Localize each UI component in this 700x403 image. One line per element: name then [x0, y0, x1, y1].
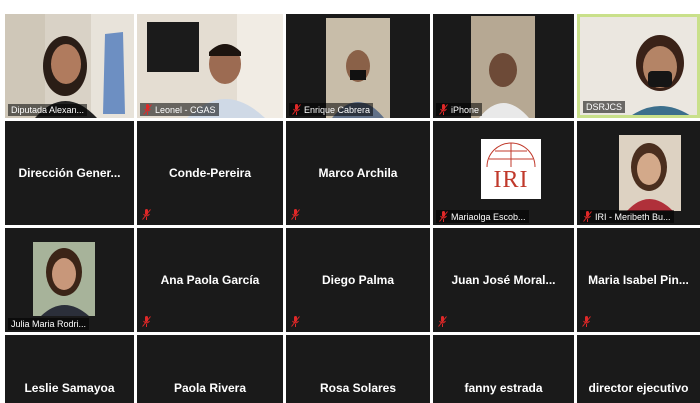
participant-tile[interactable]: Dirección Gener...	[5, 121, 134, 225]
participant-name-label: IRI - Meribeth Bu...	[580, 210, 674, 223]
participant-name: IRI - Meribeth Bu...	[595, 211, 671, 222]
participant-tile[interactable]: Leslie Samayoa	[5, 335, 134, 403]
microphone-muted-icon	[582, 316, 591, 327]
participant-name-label: Julia Maria Rodri...	[8, 318, 90, 330]
participant-name: DSRJCS	[586, 102, 623, 112]
participant-name-label: iPhone	[436, 103, 483, 116]
participant-name: Leslie Samayoa	[24, 381, 115, 395]
participant-tile[interactable]: Diputada Alexan...	[5, 14, 134, 118]
participant-name: Diputada Alexan...	[11, 105, 85, 115]
participant-name: Juan José Moral...	[451, 273, 556, 287]
participant-name: fanny estrada	[464, 381, 543, 395]
participant-name: Mariaolga Escob...	[451, 211, 526, 222]
participant-tile[interactable]: iPhone	[433, 14, 574, 118]
participant-tile[interactable]: Enrique Cabrera	[286, 14, 430, 118]
participant-name: Enrique Cabrera	[304, 104, 371, 115]
participant-name: Conde-Pereira	[168, 166, 252, 180]
gallery-view: Diputada Alexan... Leonel - CGAS Enrique…	[0, 0, 700, 403]
participant-tile[interactable]: Ana Paola García	[137, 228, 283, 332]
participant-name: Ana Paola García	[160, 273, 260, 287]
participant-name: Marco Archila	[318, 166, 398, 180]
participant-video	[5, 228, 134, 332]
participant-tile[interactable]: IRI - Meribeth Bu...	[577, 121, 700, 225]
iri-logo: IRI	[481, 139, 541, 199]
participant-name: Paola Rivera	[173, 381, 247, 395]
microphone-muted-icon	[143, 104, 152, 115]
participant-tile-active-speaker[interactable]: DSRJCS	[577, 14, 700, 118]
microphone-muted-icon	[583, 211, 592, 222]
globe-graphic	[486, 142, 536, 192]
participant-name-label: Diputada Alexan...	[8, 104, 88, 116]
participant-tile[interactable]: Leonel - CGAS	[137, 14, 283, 118]
microphone-muted-icon	[142, 209, 151, 220]
microphone-muted-icon	[292, 104, 301, 115]
participant-name-label: Leonel - CGAS	[140, 103, 219, 116]
participant-name: Dirección Gener...	[18, 166, 121, 180]
participant-tile[interactable]: Paola Rivera	[137, 335, 283, 403]
participant-name: Leonel - CGAS	[155, 104, 216, 115]
participant-tile[interactable]: IRI Mariaolga Escob...	[433, 121, 574, 225]
participant-name-label: Mariaolga Escob...	[436, 210, 529, 223]
iri-logo-text: IRI	[493, 167, 529, 193]
participant-tile[interactable]: Rosa Solares	[286, 335, 430, 403]
participant-name: Maria Isabel Pin...	[588, 273, 689, 287]
participant-name-label: DSRJCS	[583, 101, 626, 113]
microphone-muted-icon	[291, 316, 300, 327]
participant-tile[interactable]: director ejecutivo	[577, 335, 700, 403]
participant-name: Julia Maria Rodri...	[11, 319, 87, 329]
participant-video	[5, 14, 134, 118]
participant-name: iPhone	[451, 104, 480, 115]
microphone-muted-icon	[291, 209, 300, 220]
microphone-muted-icon	[439, 211, 448, 222]
participant-tile[interactable]: Diego Palma	[286, 228, 430, 332]
participant-name: Rosa Solares	[319, 381, 397, 395]
participant-tile[interactable]: Juan José Moral...	[433, 228, 574, 332]
microphone-muted-icon	[438, 316, 447, 327]
microphone-muted-icon	[142, 316, 151, 327]
participant-tile[interactable]: Conde-Pereira	[137, 121, 283, 225]
participant-name-label: Enrique Cabrera	[289, 103, 374, 116]
participant-tile[interactable]: Julia Maria Rodri...	[5, 228, 134, 332]
participant-tile[interactable]: Maria Isabel Pin...	[577, 228, 700, 332]
microphone-muted-icon	[439, 104, 448, 115]
participant-name: director ejecutivo	[588, 381, 689, 395]
participant-tile[interactable]: fanny estrada	[433, 335, 574, 403]
participant-name: Diego Palma	[321, 273, 395, 287]
participant-tile[interactable]: Marco Archila	[286, 121, 430, 225]
